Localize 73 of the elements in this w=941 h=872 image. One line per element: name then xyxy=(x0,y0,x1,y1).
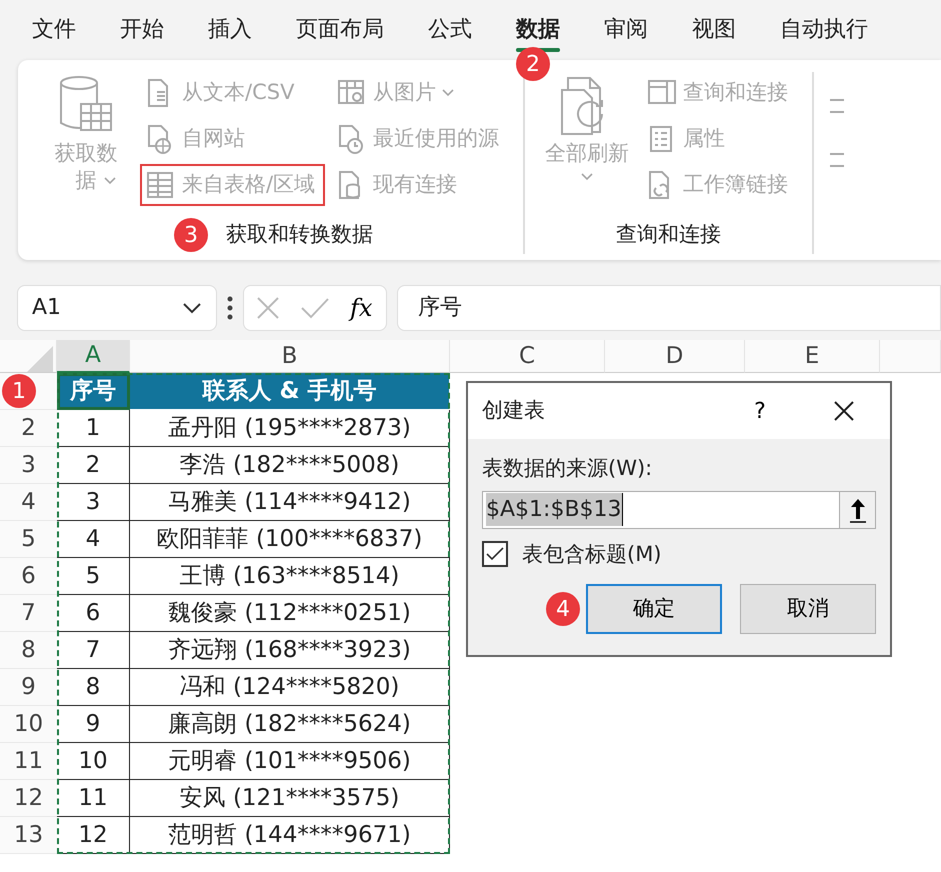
callout-badge: 1 xyxy=(2,374,36,408)
table-cell: 2 xyxy=(57,447,130,484)
row-header[interactable]: 7 xyxy=(0,595,57,632)
menu-tab[interactable]: 审阅 xyxy=(582,8,670,52)
menu-tab[interactable]: 页面布局 xyxy=(274,8,406,52)
row-header[interactable]: 4 xyxy=(0,484,57,521)
check-icon xyxy=(300,296,330,320)
callout-badge: 4 xyxy=(546,592,580,626)
menu-tab[interactable]: 公式 xyxy=(406,8,494,52)
chevron-down-icon xyxy=(182,302,202,314)
callout-badge: 3 xyxy=(174,218,208,252)
row-header[interactable]: 5 xyxy=(0,521,57,558)
function-button[interactable]: fx xyxy=(350,290,372,326)
checkbox-label: 表包含标题(M) xyxy=(522,540,662,568)
row-header[interactable]: 10 xyxy=(0,706,57,743)
menu-tab[interactable]: 视图 xyxy=(670,8,758,52)
table-cell: 冯和 (124****5820) xyxy=(130,669,450,706)
dialog-button[interactable]: 取消 xyxy=(740,584,876,634)
table-cell: 范明哲 (144****9671) xyxy=(130,817,450,854)
menu-tab[interactable]: 文件 xyxy=(10,8,98,52)
table-cell: 廉高朗 (182****5624) xyxy=(130,706,450,743)
row-header[interactable]: 8 xyxy=(0,632,57,669)
menu-tab[interactable]: 开始 xyxy=(98,8,186,52)
name-box[interactable]: A1 xyxy=(17,284,217,330)
table-cell: 11 xyxy=(57,780,130,817)
row-header[interactable]: 3 xyxy=(0,447,57,484)
group-label: 查询和连接 xyxy=(616,221,722,248)
row-header[interactable]: 9 xyxy=(0,669,57,706)
table-cell: 6 xyxy=(57,595,130,632)
table-cell: 齐远翔 (168****3923) xyxy=(130,632,450,669)
row-header[interactable]: 2 xyxy=(0,410,57,447)
table-cell: 安风 (121****3575) xyxy=(130,780,450,817)
menu-tab[interactable]: 插入 xyxy=(186,8,274,52)
group-label: 获取和转换数据 xyxy=(226,221,374,248)
row-header[interactable]: 12 xyxy=(0,780,57,817)
table-cell: 8 xyxy=(57,669,130,706)
table-cell: 序号 xyxy=(57,373,130,410)
close-icon xyxy=(256,296,280,320)
table-cell: 5 xyxy=(57,558,130,595)
row-header[interactable]: 6 xyxy=(0,558,57,595)
column-header[interactable]: C xyxy=(450,340,605,373)
row-header[interactable]: 11 xyxy=(0,743,57,780)
table-cell: 9 xyxy=(57,706,130,743)
check-icon xyxy=(486,547,504,562)
table-cell: 4 xyxy=(57,521,130,558)
column-header[interactable]: B xyxy=(130,340,450,373)
checkbox[interactable] xyxy=(482,541,508,568)
column-header[interactable]: A xyxy=(57,340,130,373)
table-cell: 魏俊豪 (112****0251) xyxy=(130,595,450,632)
close-icon xyxy=(833,400,855,422)
more-icon xyxy=(227,296,233,320)
menu-tab[interactable]: 自动执行 xyxy=(758,8,890,52)
table-cell: 1 xyxy=(57,410,130,447)
dialog-button[interactable]: 确定 xyxy=(586,584,722,634)
table-cell: 10 xyxy=(57,743,130,780)
help-button[interactable]: ? xyxy=(740,394,780,428)
formula-field[interactable]: 序号 xyxy=(397,284,941,330)
table-cell: 7 xyxy=(57,632,130,669)
row-header[interactable]: 13 xyxy=(0,817,57,854)
table-icon xyxy=(146,170,176,200)
table-cell: 王博 (163****8514) xyxy=(130,558,450,595)
column-header[interactable]: E xyxy=(745,340,880,373)
table-cell: 孟丹阳 (195****2873) xyxy=(130,410,450,447)
table-cell: 元明睿 (101****9506) xyxy=(130,743,450,780)
table-cell: 欧阳菲菲 (100****6837) xyxy=(130,521,450,558)
table-cell: 12 xyxy=(57,817,130,854)
table-cell: 马雅美 (114****9412) xyxy=(130,484,450,521)
table-cell: 联系人 & 手机号 xyxy=(130,373,450,410)
column-header[interactable]: D xyxy=(605,340,745,373)
table-cell: 3 xyxy=(57,484,130,521)
table-cell: 李浩 (182****5008) xyxy=(130,447,450,484)
field-label: 表数据的来源(W): xyxy=(482,455,654,482)
dialog-title: 创建表 xyxy=(482,397,546,424)
